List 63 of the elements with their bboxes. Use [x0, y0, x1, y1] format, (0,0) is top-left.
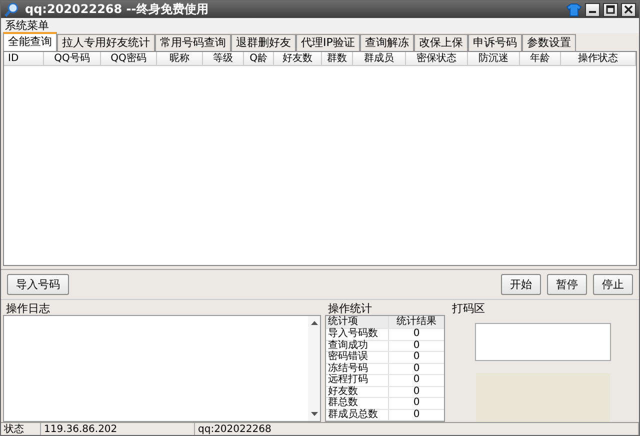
table-cell: 冻结号码: [326, 364, 389, 374]
tab[interactable]: 代理IP验证: [296, 34, 360, 51]
column-header[interactable]: 等级: [203, 52, 244, 65]
scroll-up-icon[interactable]: [310, 320, 318, 325]
table-cell-text: 0: [412, 398, 421, 408]
table-cell-text: 0: [412, 364, 421, 374]
window-title: qq:202022268 --终身免费使用: [25, 1, 208, 18]
status-text: 状态: [1, 423, 41, 435]
close-button[interactable]: [621, 2, 636, 16]
tab[interactable]: 查询解冻: [360, 34, 414, 51]
table-cell-text: 0: [412, 329, 421, 340]
maximize-icon: [606, 5, 615, 14]
column-header: 统计项: [326, 316, 389, 328]
column-header: 统计结果: [396, 316, 438, 328]
table-cell-text: 0: [412, 352, 421, 362]
column-header[interactable]: 年龄: [520, 52, 561, 65]
scroll-down-icon[interactable]: [310, 412, 318, 417]
column-header[interactable]: 操作状态: [561, 52, 636, 65]
status-text: qq:202022268: [195, 423, 639, 435]
action-button[interactable]: 开始: [501, 274, 541, 295]
column-header[interactable]: 防沉迷: [468, 52, 520, 65]
table-cell: 密码错误: [326, 352, 389, 362]
tab[interactable]: 拉人专用好友统计: [57, 34, 155, 51]
action-button[interactable]: 暂停: [547, 274, 587, 295]
tab[interactable]: 参数设置: [522, 34, 576, 51]
column-header[interactable]: 密保状态: [406, 52, 468, 65]
table-cell: 导入号码数: [326, 329, 389, 340]
column-header[interactable]: 群成员: [353, 52, 406, 65]
column-header[interactable]: QQ密码: [101, 52, 157, 65]
magnifier-icon: [4, 2, 20, 18]
column-header[interactable]: 昵称: [157, 52, 203, 65]
tab[interactable]: 常用号码查询: [155, 34, 231, 51]
panel-title: 操作日志: [5, 303, 51, 315]
captcha-field[interactable]: [475, 323, 611, 361]
tab[interactable]: 全能查询: [3, 32, 57, 51]
column-header[interactable]: 群数: [322, 52, 353, 65]
table-cell: 群成员总数: [326, 410, 389, 420]
table-cell: 好友数: [326, 386, 389, 397]
tab[interactable]: 退群删好友: [231, 34, 296, 51]
panel-title: 打码区: [451, 303, 485, 315]
table-cell-text: 0: [412, 410, 421, 420]
maximize-button[interactable]: [603, 2, 618, 16]
column-header[interactable]: Q龄: [244, 52, 274, 65]
column-header[interactable]: ID: [4, 52, 44, 65]
log-area[interactable]: [3, 315, 321, 422]
table-cell-text: 0: [412, 386, 421, 397]
close-icon: [624, 5, 633, 14]
tab[interactable]: 申诉号码: [468, 34, 522, 51]
status-text: 119.36.86.202: [41, 423, 195, 435]
panel-title: 操作统计: [327, 303, 373, 315]
column-header[interactable]: 好友数: [274, 52, 322, 65]
column-header[interactable]: QQ号码: [44, 52, 101, 65]
table-cell: 群总数: [326, 398, 389, 408]
tab[interactable]: 改保上保: [414, 34, 468, 51]
import-button[interactable]: 导入号码: [7, 274, 69, 295]
table-cell: 查询成功: [326, 340, 389, 351]
table-cell-text: 0: [412, 340, 421, 351]
minimize-button[interactable]: [585, 2, 600, 16]
action-button[interactable]: 停止: [593, 274, 633, 295]
menu-item[interactable]: 系统菜单: [5, 18, 49, 33]
table-cell-text: 0: [412, 375, 421, 386]
scrollbar[interactable]: [308, 316, 320, 421]
table-cell: 远程打码: [326, 375, 389, 386]
